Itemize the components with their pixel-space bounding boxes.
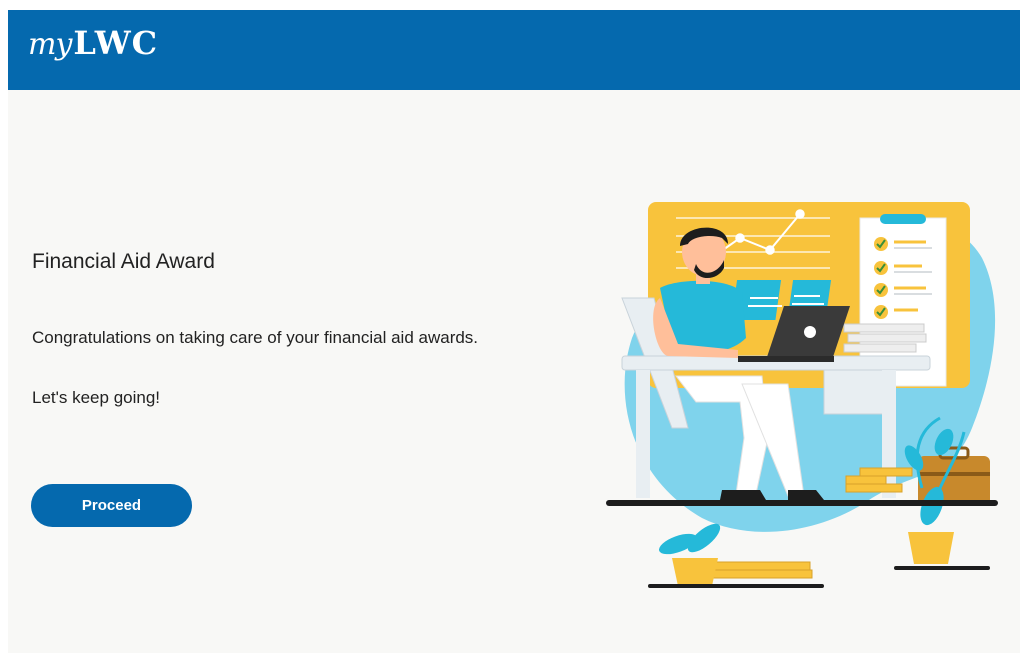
logo-name: LWC xyxy=(73,24,159,62)
page-title: Financial Aid Award xyxy=(32,250,215,273)
logo-prefix: my xyxy=(28,27,72,62)
proceed-button[interactable]: Proceed xyxy=(31,484,192,527)
financial-aid-illustration xyxy=(606,202,998,588)
mylwc-logo[interactable]: my LWC xyxy=(28,24,158,76)
header-bar: my LWC xyxy=(8,10,1020,90)
paper-stack xyxy=(843,323,927,353)
encouragement-message: Let's keep going! xyxy=(32,388,161,407)
floor-line xyxy=(606,500,998,506)
congratulations-message: Congratulations on taking care of your f… xyxy=(32,328,479,347)
